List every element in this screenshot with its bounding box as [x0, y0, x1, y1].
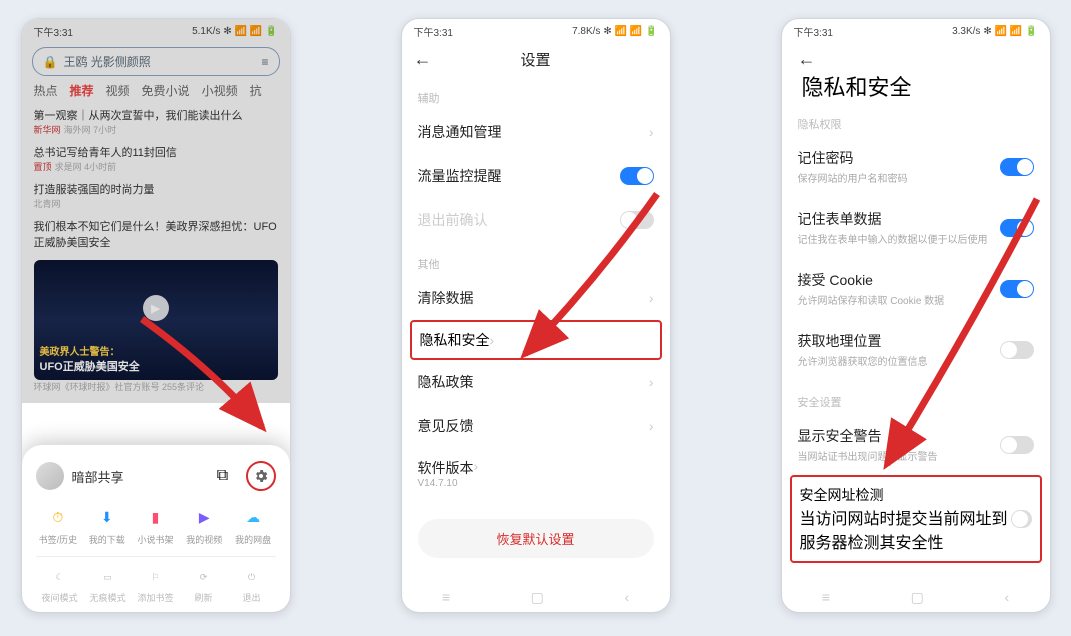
row-version[interactable]: 软件版本› V14.7.10 [402, 448, 670, 499]
search-input[interactable]: 🔒 王鸥 光影侧颜照 ≡ [32, 47, 280, 76]
toggle[interactable] [1011, 510, 1031, 528]
row-security-warning[interactable]: 显示安全警告当网站证书出现问题时显示警告 [782, 414, 1050, 475]
phone-settings: 下午3:31 7.8K/s ✻ 📶 📶 🔋 ← 设置 辅助 消息通知管理› 流量… [401, 18, 671, 613]
menu-novels[interactable]: ▮小说书架 [133, 505, 178, 546]
phone-privacy-security: 下午3:31 3.3K/s ✻ 📶 📶 🔋 ← 隐私和安全 隐私权限 记住密码保… [781, 18, 1051, 613]
status-bar: 下午3:31 7.8K/s ✻ 📶 📶 🔋 [402, 19, 670, 43]
section-other: 其他 [402, 242, 670, 276]
bookmark-icon: ⚐ [146, 567, 166, 587]
toggle[interactable] [1000, 436, 1034, 454]
tab-novel[interactable]: 免费小说 [142, 82, 190, 99]
menu-exit[interactable]: ⏻退出 [228, 567, 276, 604]
mic-icon[interactable]: ≡ [261, 55, 268, 69]
section-assist: 辅助 [402, 76, 670, 110]
system-navbar: ≡ ▢ ‹ [402, 582, 670, 612]
menu-downloads[interactable]: ⬇我的下载 [84, 505, 129, 546]
page-title: 设置 [434, 49, 638, 70]
chevron-right-icon: › [649, 290, 654, 306]
phone-browser-home: 下午3:31 5.1K/s ✻ 📶 📶 🔋 🔒 王鸥 光影侧颜照 ≡ 热点 推荐… [21, 18, 291, 613]
menu-cloud[interactable]: ☁我的网盘 [231, 505, 276, 546]
section-privacy: 隐私权限 [782, 102, 1050, 136]
refresh-icon: ⟳ [194, 567, 214, 587]
row-safe-url-highlight: 安全网址检测当访问网站时提交当前网址到服务器检测其安全性 [790, 475, 1042, 563]
toggle[interactable] [1000, 219, 1034, 237]
back-button[interactable]: ← [798, 49, 818, 70]
tab-more[interactable]: 抗 [250, 82, 262, 99]
nav-recents[interactable]: ≡ [822, 589, 830, 605]
status-time: 下午3:31 [414, 24, 453, 39]
chevron-right-icon: › [490, 332, 495, 348]
nav-back[interactable]: ‹ [1005, 589, 1010, 605]
row-remember-form[interactable]: 记住表单数据记住我在表单中输入的数据以便于以后使用 [782, 197, 1050, 258]
status-time: 下午3:31 [794, 24, 833, 39]
feed-item[interactable]: 我们根本不知它们是什么！美政界深感担忧：UFO正威胁美国安全 [34, 214, 278, 254]
tab-hot[interactable]: 热点 [34, 82, 58, 99]
menu-bookmarks[interactable]: ⏱书签/历史 [36, 505, 81, 546]
system-navbar: ≡ ▢ ‹ [782, 582, 1050, 612]
status-net: 5.1K/s [192, 26, 220, 37]
category-tabs: 热点 推荐 视频 免费小说 小视频 抗 [22, 82, 290, 99]
tab-recommend[interactable]: 推荐 [70, 82, 94, 99]
chevron-right-icon: › [474, 458, 479, 478]
feed-item[interactable]: 总书记写给青年人的11封回信 置顶 求是网 4小时前 [34, 140, 278, 177]
row-feedback[interactable]: 意见反馈› [402, 404, 670, 448]
menu-addbookmark[interactable]: ⚐添加书签 [132, 567, 180, 604]
tab-video[interactable]: 视频 [106, 82, 130, 99]
row-notifications[interactable]: 消息通知管理› [402, 110, 670, 154]
row-clear-data[interactable]: 清除数据› [402, 276, 670, 320]
moon-icon: ☾ [50, 567, 70, 587]
nav-recents[interactable]: ≡ [442, 589, 450, 605]
chevron-right-icon: › [649, 418, 654, 434]
nav-home[interactable]: ▢ [911, 589, 924, 606]
status-time: 下午3:31 [34, 24, 73, 39]
row-remember-password[interactable]: 记住密码保存网站的用户名和密码 [782, 136, 1050, 197]
row-privacy-security[interactable]: 隐私和安全› [420, 330, 652, 350]
video-card[interactable]: ▶ 美政界人士警告： UFO正威胁美国安全 环球网《环球时报》社官方账号 255… [34, 260, 278, 393]
page-header: ← 隐私和安全 [782, 43, 1050, 102]
page-title: 隐私和安全 [798, 70, 912, 102]
toggle[interactable] [1000, 158, 1034, 176]
row-safe-url-detection[interactable]: 安全网址检测当访问网站时提交当前网址到服务器检测其安全性 [800, 485, 1032, 553]
row-traffic-alert[interactable]: 流量监控提醒 [402, 154, 670, 198]
username[interactable]: 暗部共享 [72, 467, 200, 486]
power-icon: ⏻ [242, 567, 262, 587]
page-header: ← 设置 [402, 43, 670, 76]
back-button[interactable]: ← [414, 49, 434, 70]
toggle[interactable] [1000, 280, 1034, 298]
menu-incognito[interactable]: ▭无痕模式 [84, 567, 132, 604]
share-icon[interactable]: ⧉ [208, 461, 238, 491]
nav-home[interactable]: ▢ [531, 589, 544, 606]
toggle[interactable] [620, 211, 654, 229]
row-privacy-policy[interactable]: 隐私政策› [402, 360, 670, 404]
row-privacy-security-highlight: 隐私和安全› [410, 320, 662, 360]
row-geolocation[interactable]: 获取地理位置允许浏览器获取您的位置信息 [782, 319, 1050, 380]
chevron-right-icon: › [649, 124, 654, 140]
feed-item[interactable]: 第一观察｜从两次宣誓中，我们能读出什么 新华网 海外网 7小时 [34, 103, 278, 140]
section-security: 安全设置 [782, 380, 1050, 414]
reset-defaults-button[interactable]: 恢复默认设置 [418, 519, 654, 558]
tab-shortvideo[interactable]: 小视频 [202, 82, 238, 99]
row-accept-cookie[interactable]: 接受 Cookie允许网站保存和读取 Cookie 数据 [782, 258, 1050, 319]
play-icon[interactable]: ▶ [143, 295, 169, 321]
incognito-icon: ▭ [98, 567, 118, 587]
nav-back[interactable]: ‹ [625, 589, 630, 605]
feed-item[interactable]: 打造服装强国的时尚力量 北青网 [34, 177, 278, 214]
menu-sheet: 暗部共享 ⧉ ⏱书签/历史 ⬇我的下载 ▮小说书架 ▶我的视频 ☁我的网盘 ☾夜… [22, 445, 290, 612]
news-feed: 第一观察｜从两次宣誓中，我们能读出什么 新华网 海外网 7小时 总书记写给青年人… [22, 99, 290, 403]
settings-gear-icon[interactable] [246, 461, 276, 491]
menu-night[interactable]: ☾夜间模式 [36, 567, 84, 604]
menu-refresh[interactable]: ⟳刷新 [180, 567, 228, 604]
menu-videos[interactable]: ▶我的视频 [182, 505, 227, 546]
avatar[interactable] [36, 462, 64, 490]
status-bar: 下午3:31 3.3K/s ✻ 📶 📶 🔋 [782, 19, 1050, 43]
toggle[interactable] [1000, 341, 1034, 359]
search-prefix-icon: 🔒 [43, 55, 58, 69]
row-exit-confirm[interactable]: 退出前确认 [402, 198, 670, 242]
chevron-right-icon: › [649, 374, 654, 390]
toggle[interactable] [620, 167, 654, 185]
status-bar: 下午3:31 5.1K/s ✻ 📶 📶 🔋 [22, 19, 290, 43]
search-text: 王鸥 光影侧颜照 [63, 53, 150, 70]
